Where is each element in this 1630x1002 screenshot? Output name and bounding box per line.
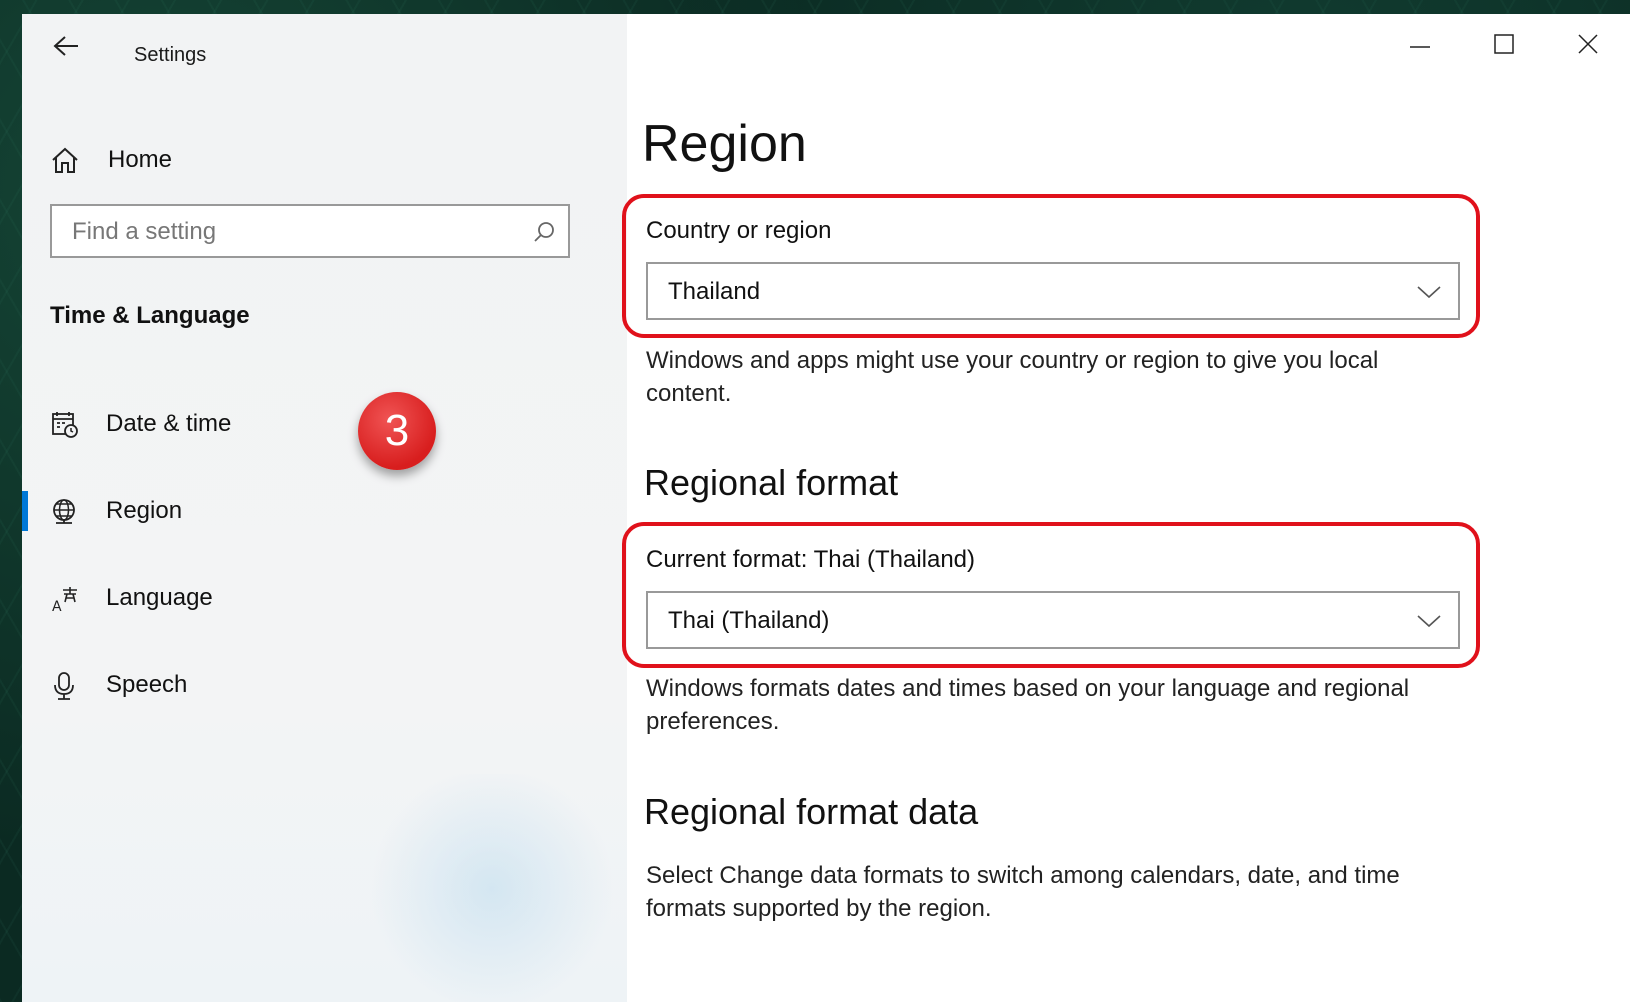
svg-text:A: A — [52, 599, 62, 614]
sidebar: Settings Home Time & Language Date — [22, 14, 627, 1002]
format-dropdown[interactable]: Thai (Thailand) — [646, 591, 1460, 649]
sidebar-item-language[interactable]: A Language — [22, 568, 627, 628]
settings-window: Settings Home Time & Language Date — [22, 14, 1630, 1002]
sidebar-glow — [362, 774, 622, 1002]
search-icon — [534, 222, 554, 242]
sidebar-item-date-time[interactable]: Date & time — [22, 394, 627, 454]
country-dropdown-value: Thailand — [668, 278, 761, 305]
sidebar-item-region[interactable]: Region — [22, 481, 627, 541]
country-dropdown[interactable]: Thailand — [646, 262, 1460, 320]
globe-icon — [53, 499, 75, 524]
sidebar-item-label: Language — [106, 584, 213, 611]
language-icon: A — [52, 587, 77, 614]
country-description: Windows and apps might use your country … — [646, 347, 1379, 407]
chevron-down-icon — [1417, 615, 1441, 628]
chevron-down-icon — [1417, 286, 1441, 299]
sidebar-item-label: Date & time — [106, 410, 232, 437]
current-format-label: Current format: Thai (Thailand) — [646, 546, 976, 573]
regional-format-heading: Regional format — [644, 462, 899, 503]
search-input[interactable] — [52, 206, 514, 258]
back-button[interactable] — [50, 30, 82, 62]
main-content: Region Country or region Thailand Window… — [622, 14, 1630, 1002]
format-description: Windows formats dates and times based on… — [646, 675, 1410, 735]
step-badge: 3 — [358, 392, 436, 470]
sidebar-item-speech[interactable]: Speech — [22, 655, 627, 715]
section-title: Time & Language — [50, 302, 250, 329]
page-title: Region — [642, 115, 807, 173]
microphone-icon — [54, 672, 74, 700]
home-link[interactable]: Home — [50, 146, 172, 174]
active-indicator — [22, 491, 28, 531]
search-box[interactable] — [50, 204, 570, 258]
calendar-clock-icon — [52, 412, 78, 438]
format-data-description: Select Change data formats to switch amo… — [646, 862, 1400, 922]
home-icon — [52, 147, 78, 173]
sidebar-item-label: Speech — [106, 671, 188, 698]
regional-format-data-heading: Regional format data — [644, 791, 979, 832]
format-dropdown-value: Thai (Thailand) — [668, 607, 830, 634]
back-arrow-icon — [53, 36, 78, 56]
sidebar-item-label: Region — [106, 497, 183, 524]
country-label: Country or region — [646, 217, 832, 244]
app-title: Settings — [134, 44, 207, 66]
home-label: Home — [108, 146, 173, 173]
